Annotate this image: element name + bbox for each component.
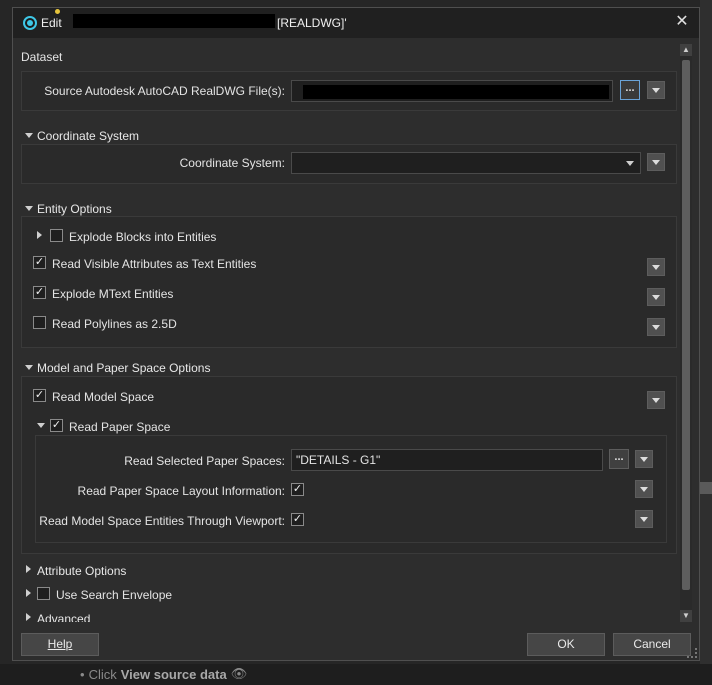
read-model-space-checkbox[interactable]: ✓	[33, 389, 46, 402]
dialog-title-suffix: [REALDWG]'	[277, 16, 347, 30]
advanced-header[interactable]: Advanced	[37, 612, 90, 622]
scroll-thumb[interactable]	[682, 60, 690, 590]
coordinate-system-expand-icon[interactable]	[25, 133, 33, 138]
read-paper-space-label: Read Paper Space	[69, 420, 171, 434]
explode-blocks-label: Explode Blocks into Entities	[69, 230, 217, 244]
background-hint: • Click View source data 👁	[80, 666, 248, 682]
selected-paper-spaces-menu-button[interactable]	[635, 450, 653, 468]
background-panel	[700, 0, 712, 664]
cancel-button[interactable]: Cancel	[613, 633, 691, 656]
coordinate-system-menu-button[interactable]	[647, 153, 665, 171]
entity-options-header[interactable]: Entity Options	[37, 202, 112, 216]
read-visible-attributes-label: Read Visible Attributes as Text Entities	[52, 257, 257, 271]
background-divider	[700, 482, 712, 494]
explode-mtext-menu-button[interactable]	[647, 288, 665, 306]
through-viewport-menu-button[interactable]	[635, 510, 653, 528]
read-paper-space-checkbox[interactable]: ✓	[50, 419, 63, 432]
modified-dot-icon	[55, 9, 60, 14]
browse-paper-spaces-button[interactable]: ...	[609, 449, 629, 469]
dialog-title: Edit	[41, 16, 62, 30]
redacted-title-block	[73, 14, 275, 28]
redacted-source-path	[303, 85, 609, 99]
selected-paper-spaces-field[interactable]: "DETAILS - G1"	[291, 449, 603, 471]
read-model-space-menu-button[interactable]	[647, 391, 665, 409]
entity-options-expand-icon[interactable]	[25, 206, 33, 211]
read-polylines-checkbox[interactable]	[33, 316, 46, 329]
explode-blocks-checkbox[interactable]	[50, 229, 63, 242]
help-button[interactable]: Help	[21, 633, 99, 656]
attribute-options-header[interactable]: Attribute Options	[37, 564, 126, 578]
dataset-header: Dataset	[21, 50, 63, 64]
vertical-scrollbar[interactable]: ▲ ▼	[680, 44, 692, 622]
read-polylines-menu-button[interactable]	[647, 318, 665, 336]
scroll-down-icon[interactable]: ▼	[680, 610, 692, 622]
coordinate-system-combo[interactable]	[291, 152, 641, 174]
through-viewport-label: Read Model Space Entities Through Viewpo…	[39, 514, 285, 528]
close-button[interactable]: ✕	[673, 13, 691, 31]
ok-button[interactable]: OK	[527, 633, 605, 656]
title-bar: Edit [REALDWG]' ✕	[13, 8, 699, 38]
search-envelope-expand-icon[interactable]	[26, 589, 31, 597]
layout-info-label: Read Paper Space Layout Information:	[77, 484, 285, 498]
scroll-up-icon[interactable]: ▲	[680, 44, 692, 56]
read-visible-attributes-menu-button[interactable]	[647, 258, 665, 276]
explode-mtext-checkbox[interactable]: ✓	[33, 286, 46, 299]
attribute-options-expand-icon[interactable]	[26, 565, 31, 573]
source-file-menu-button[interactable]	[647, 81, 665, 99]
edit-dialog: Edit [REALDWG]' ✕ Dataset Source Autodes…	[12, 7, 700, 661]
advanced-expand-icon[interactable]	[26, 613, 31, 621]
help-button-label: Help	[47, 637, 73, 651]
view-source-link[interactable]: View source data	[121, 667, 227, 682]
resize-grip-icon[interactable]	[687, 648, 697, 658]
use-search-envelope-checkbox[interactable]	[37, 587, 50, 600]
eye-icon: 👁	[230, 666, 248, 681]
explode-blocks-expand-icon[interactable]	[37, 231, 42, 239]
background-click-text: Click	[88, 666, 117, 682]
model-paper-expand-icon[interactable]	[25, 365, 33, 370]
read-polylines-label: Read Polylines as 2.5D	[52, 317, 177, 331]
read-model-space-label: Read Model Space	[52, 390, 155, 404]
layout-info-menu-button[interactable]	[635, 480, 653, 498]
use-search-envelope-label: Use Search Envelope	[56, 588, 173, 602]
source-file-label: Source Autodesk AutoCAD RealDWG File(s):	[44, 84, 285, 98]
browse-source-button[interactable]: ...	[620, 80, 640, 100]
read-visible-attributes-checkbox[interactable]: ✓	[33, 256, 46, 269]
coordinate-system-label: Coordinate System:	[179, 156, 285, 170]
selected-paper-spaces-label: Read Selected Paper Spaces:	[124, 454, 285, 468]
coordinate-system-header[interactable]: Coordinate System	[37, 129, 139, 143]
model-paper-header[interactable]: Model and Paper Space Options	[37, 361, 210, 375]
parameters-panel: Dataset Source Autodesk AutoCAD RealDWG …	[13, 38, 679, 622]
chevron-down-icon	[626, 161, 634, 166]
layout-info-checkbox[interactable]: ✓	[291, 483, 304, 496]
app-icon	[23, 16, 37, 30]
read-paper-space-expand-icon[interactable]	[37, 423, 45, 428]
selected-paper-spaces-value: "DETAILS - G1"	[296, 453, 381, 467]
explode-mtext-label: Explode MText Entities	[52, 287, 174, 301]
through-viewport-checkbox[interactable]: ✓	[291, 513, 304, 526]
